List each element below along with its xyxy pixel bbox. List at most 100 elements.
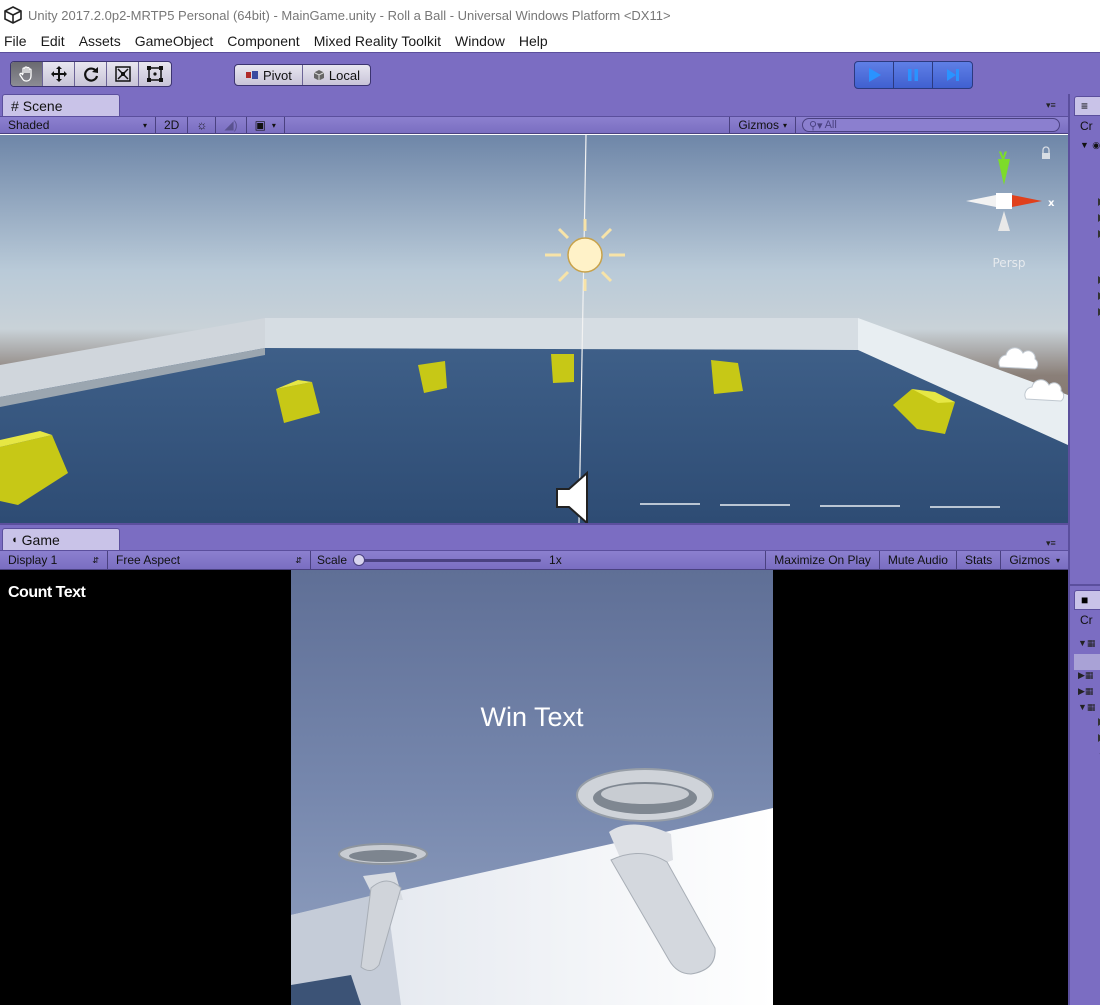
menu-gameobject[interactable]: GameObject (135, 33, 214, 49)
local-label: Local (328, 67, 360, 83)
stats-toggle[interactable]: Stats (957, 551, 1002, 569)
shading-mode-value: Shaded (8, 118, 50, 132)
list-item[interactable] (1074, 734, 1100, 750)
menu-help[interactable]: Help (519, 33, 548, 49)
chevron-right-icon: ▶▦ (1078, 670, 1094, 680)
list-item[interactable] (1074, 214, 1100, 230)
right-side-panels: ≡ Cr ▼ ◉ ■ Cr ▼▦ ▶▦ ▶▦ ▼▦ ▼ (1068, 94, 1100, 1005)
game-tab-strip (0, 523, 1068, 550)
hand-tool-button[interactable] (11, 62, 43, 86)
hand-icon (18, 66, 32, 82)
scene-gizmos-dropdown[interactable]: Gizmos ▾ (729, 117, 796, 133)
list-item[interactable]: ▼▦ (1074, 702, 1100, 718)
scene-viewport[interactable]: y x Persp (0, 135, 1068, 523)
game-viewport[interactable]: Count Text Win Text (0, 570, 1068, 1005)
scene-search-input[interactable]: ⚲▾ All (802, 118, 1060, 132)
grid-icon: # (11, 97, 19, 114)
panel-divider (1070, 584, 1100, 586)
display-dropdown[interactable]: Display 1 ⇵ (0, 551, 108, 569)
mute-audio-toggle[interactable]: Mute Audio (880, 551, 957, 569)
menu-window[interactable]: Window (455, 33, 505, 49)
local-button[interactable]: Local (303, 65, 370, 85)
play-button[interactable] (855, 62, 894, 88)
panel-menu-icon[interactable]: ▾≡ (1046, 100, 1056, 111)
tab-game[interactable]: ◖ Game (2, 528, 120, 550)
unity-logo-icon (4, 6, 22, 24)
pivot-icon (246, 71, 258, 79)
play-icon (869, 68, 881, 82)
play-controls (854, 61, 973, 89)
toggle-2d-button[interactable]: 2D (156, 117, 189, 133)
scene-tab-strip (0, 94, 1068, 116)
tab-hierarchy[interactable]: ≡ (1074, 96, 1100, 116)
game-gizmos-dropdown[interactable]: Gizmos ▾ (1001, 551, 1068, 569)
menu-component[interactable]: Component (227, 33, 299, 49)
speaker-icon: ◢) (224, 118, 238, 132)
list-item[interactable] (1074, 718, 1100, 734)
transform-tools (10, 61, 172, 87)
pivot-toggle-group: Pivot Local (234, 64, 371, 86)
list-item[interactable] (1074, 292, 1100, 308)
menu-file[interactable]: File (4, 33, 27, 49)
scene-lighting-toggle[interactable]: ☼ (188, 117, 217, 133)
pause-button[interactable] (894, 62, 933, 88)
scale-label: Scale (317, 553, 348, 567)
scene-toolbar: Shaded ▾ 2D ☼ ◢) ▣ ▾ Gizmos ▾ ⚲▾ All (0, 116, 1068, 134)
move-tool-button[interactable] (43, 62, 75, 86)
chevron-updown-icon: ⇵ (295, 555, 302, 565)
hierarchy-create-button[interactable]: Cr (1074, 116, 1100, 138)
pickup-cube (711, 360, 743, 394)
scale-slider-thumb[interactable] (353, 554, 366, 566)
chevron-down-icon: ▼ (1080, 140, 1089, 150)
maximize-on-play-toggle[interactable]: Maximize On Play (765, 551, 880, 569)
project-create-label: Cr (1080, 613, 1093, 627)
tab-project[interactable]: ■ (1074, 590, 1100, 610)
game-gizmos-label: Gizmos (1009, 553, 1050, 567)
chevron-down-icon: ▾ (271, 120, 276, 130)
scale-tool-button[interactable] (107, 62, 139, 86)
pause-icon (908, 69, 918, 81)
panel-menu-icon[interactable]: ▾≡ (1046, 538, 1056, 549)
chevron-updown-icon: ⇵ (92, 555, 99, 565)
pickup-cube (551, 354, 574, 383)
maximize-on-play-label: Maximize On Play (774, 553, 871, 567)
toggle-2d-label: 2D (164, 118, 180, 132)
scene-effects-dropdown[interactable]: ▣ ▾ (247, 117, 285, 133)
step-icon (946, 69, 959, 81)
list-item[interactable] (1074, 276, 1100, 292)
list-item[interactable] (1074, 308, 1100, 324)
scene-audio-toggle[interactable]: ◢) (216, 117, 247, 133)
menu-mixed-reality-toolkit[interactable]: Mixed Reality Toolkit (314, 33, 441, 49)
rotate-tool-button[interactable] (75, 62, 107, 86)
game-render (291, 570, 773, 1005)
hierarchy-scene-root[interactable]: ▼ ◉ (1074, 137, 1100, 153)
chevron-right-icon: ▶▦ (1078, 686, 1094, 696)
list-item[interactable]: ▶▦ (1074, 670, 1100, 686)
list-item[interactable] (1074, 654, 1100, 670)
list-item[interactable] (1074, 198, 1100, 214)
tab-scene[interactable]: # Scene (2, 94, 120, 116)
list-item[interactable]: ▼ (1074, 750, 1100, 766)
step-button[interactable] (933, 62, 972, 88)
list-item[interactable]: ▼▦ (1074, 638, 1100, 654)
scale-value: 1x (549, 553, 562, 567)
project-create-button[interactable]: Cr (1074, 610, 1100, 632)
shading-mode-dropdown[interactable]: Shaded ▾ (0, 117, 156, 133)
pivot-button[interactable]: Pivot (235, 65, 303, 85)
hierarchy-icon: ≡ (1081, 99, 1089, 113)
scale-icon (114, 66, 131, 82)
aspect-dropdown[interactable]: Free Aspect ⇵ (108, 551, 311, 569)
rotate-icon (83, 67, 98, 82)
scale-slider[interactable] (353, 554, 542, 566)
menu-edit[interactable]: Edit (41, 33, 65, 49)
folder-icon: ■ (1081, 593, 1089, 607)
search-icon: ⚲▾ (809, 119, 823, 132)
hierarchy-create-label: Cr (1080, 119, 1093, 133)
aspect-value: Free Aspect (116, 553, 181, 567)
gizmo-x-label: x (1048, 198, 1055, 209)
menu-assets[interactable]: Assets (79, 33, 121, 49)
rect-tool-button[interactable] (139, 62, 171, 86)
menu-bar: File Edit Assets GameObject Component Mi… (0, 30, 1100, 52)
list-item[interactable] (1074, 230, 1100, 246)
list-item[interactable]: ▶▦ (1074, 686, 1100, 702)
